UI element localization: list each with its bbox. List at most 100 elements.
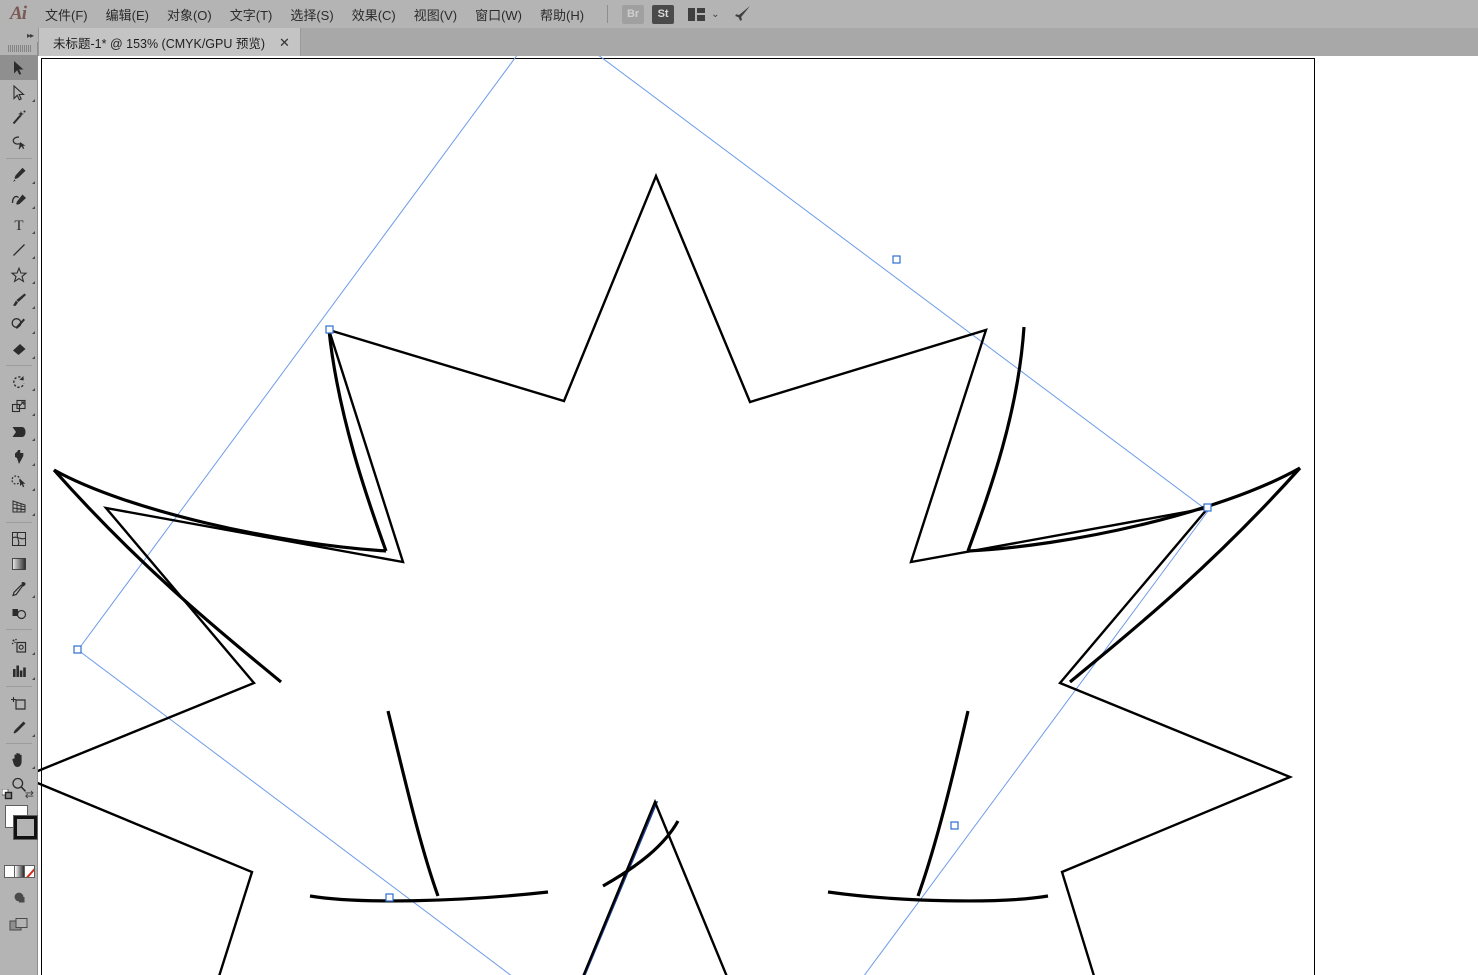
default-fill-stroke-button[interactable]	[1, 787, 13, 800]
handle-top-right-mid	[892, 255, 901, 264]
close-icon[interactable]: ✕	[279, 36, 290, 49]
screen-mode-button[interactable]	[0, 912, 38, 938]
hand-tool[interactable]	[0, 747, 38, 772]
menu-file[interactable]: 文件(F)	[36, 0, 97, 28]
flyout-indicator-icon	[32, 256, 35, 259]
handle-bottom-left-mid	[385, 893, 394, 902]
tools-divider	[5, 743, 32, 744]
menu-effect[interactable]: 效果(C)	[343, 0, 405, 28]
handle-bottom-right-mid	[950, 821, 959, 830]
symbol-sprayer-tool[interactable]	[0, 633, 38, 658]
width-tool[interactable]	[0, 419, 38, 444]
document-tab-title: 未标题-1* @ 153% (CMYK/GPU 预览)	[53, 36, 266, 51]
star-path-straight	[38, 172, 1294, 975]
artwork-svg	[38, 56, 1302, 975]
mesh-tool[interactable]	[0, 526, 38, 551]
stroke-color-swatch[interactable]	[14, 816, 37, 839]
shape-tool[interactable]	[0, 262, 38, 287]
flyout-indicator-icon	[32, 181, 35, 184]
tools-panel-collapse-button[interactable]: ▸▸	[0, 28, 38, 42]
flyout-indicator-icon	[32, 766, 35, 769]
menubar-divider	[607, 5, 609, 23]
menu-select[interactable]: 选择(S)	[281, 0, 342, 28]
paintbrush-tool[interactable]	[0, 287, 38, 312]
flyout-indicator-icon	[32, 652, 35, 655]
flyout-indicator-icon	[32, 206, 35, 209]
perspective-grid-tool[interactable]	[0, 494, 38, 519]
lasso-tool[interactable]	[0, 130, 38, 155]
svg-text:T: T	[14, 218, 23, 234]
workspace-switcher[interactable]: ⌄	[688, 7, 720, 21]
flyout-indicator-icon	[32, 356, 35, 359]
double-chevron-right-icon: ▸▸	[26, 30, 34, 40]
none-mode-button[interactable]	[24, 865, 35, 878]
flyout-indicator-icon	[32, 413, 35, 416]
eyedropper-tool[interactable]	[0, 576, 38, 601]
flyout-indicator-icon	[32, 388, 35, 391]
free-transform-tool[interactable]	[0, 444, 38, 469]
flyout-indicator-icon	[32, 488, 35, 491]
handle-left	[73, 645, 82, 654]
tools-panel-drag-handle[interactable]	[0, 42, 38, 55]
handle-right	[1203, 503, 1212, 512]
menu-view[interactable]: 视图(V)	[405, 0, 466, 28]
fill-stroke-controls: ⇄	[0, 788, 38, 863]
swap-fill-stroke-icon[interactable]: ⇄	[25, 788, 34, 801]
shape-builder-tool[interactable]	[0, 469, 38, 494]
document-tab-bar: 未标题-1* @ 153% (CMYK/GPU 预览) ✕	[0, 28, 1478, 56]
illustrator-window: Ai 文件(F) 编辑(E) 对象(O) 文字(T) 选择(S) 效果(C) 视…	[0, 0, 1478, 975]
direct-selection-tool[interactable]	[0, 80, 38, 105]
flyout-indicator-icon	[32, 677, 35, 680]
color-mode-buttons	[0, 865, 38, 880]
tools-divider	[5, 158, 32, 159]
curvature-tool[interactable]	[0, 187, 38, 212]
pen-tool[interactable]	[0, 162, 38, 187]
tools-divider	[5, 686, 32, 687]
flyout-indicator-icon	[32, 513, 35, 516]
flyout-indicator-icon	[32, 734, 35, 737]
gradient-tool[interactable]	[0, 551, 38, 576]
selection-handles[interactable]	[73, 255, 1212, 902]
workspace-grid-icon	[688, 7, 706, 21]
column-graph-tool[interactable]	[0, 658, 38, 683]
star-path-curved	[52, 326, 1302, 903]
type-tool[interactable]: T	[0, 212, 38, 237]
tools-divider	[5, 629, 32, 630]
menu-object[interactable]: 对象(O)	[158, 0, 221, 28]
tools-divider	[5, 522, 32, 523]
line-segment-tool[interactable]	[0, 237, 38, 262]
eraser-tool[interactable]	[0, 337, 38, 362]
bridge-button[interactable]: Br	[622, 4, 645, 24]
handle-top-left-mid	[325, 325, 334, 334]
flyout-indicator-icon	[32, 463, 35, 466]
menu-type[interactable]: 文字(T)	[221, 0, 282, 28]
menu-window[interactable]: 窗口(W)	[466, 0, 531, 28]
slice-tool[interactable]	[0, 715, 38, 740]
document-canvas[interactable]	[38, 56, 1478, 975]
scale-tool[interactable]	[0, 394, 38, 419]
stock-button[interactable]: St	[652, 4, 675, 24]
menu-help[interactable]: 帮助(H)	[531, 0, 593, 28]
tools-divider	[5, 365, 32, 366]
flyout-indicator-icon	[32, 281, 35, 284]
tools-panel: ▸▸ T ⇄	[0, 28, 38, 975]
search-rocket-icon[interactable]	[733, 4, 753, 24]
drawing-mode-button[interactable]	[0, 886, 38, 910]
rotate-tool[interactable]	[0, 369, 38, 394]
flyout-indicator-icon	[32, 231, 35, 234]
app-logo-icon: Ai	[10, 3, 27, 24]
flyout-indicator-icon	[32, 438, 35, 441]
flyout-indicator-icon	[32, 595, 35, 598]
flyout-indicator-icon	[32, 331, 35, 334]
menu-edit[interactable]: 编辑(E)	[97, 0, 158, 28]
menu-bar: Ai 文件(F) 编辑(E) 对象(O) 文字(T) 选择(S) 效果(C) 视…	[0, 0, 1478, 28]
magic-wand-tool[interactable]	[0, 105, 38, 130]
chevron-down-icon: ⌄	[711, 8, 720, 20]
artboard-tool[interactable]	[0, 690, 38, 715]
blend-tool[interactable]	[0, 601, 38, 626]
document-tab[interactable]: 未标题-1* @ 153% (CMYK/GPU 预览) ✕	[38, 28, 301, 56]
shaper-pencil-tool[interactable]	[0, 312, 38, 337]
selection-tool[interactable]	[0, 55, 38, 80]
flyout-indicator-icon	[32, 99, 35, 102]
flyout-indicator-icon	[32, 306, 35, 309]
